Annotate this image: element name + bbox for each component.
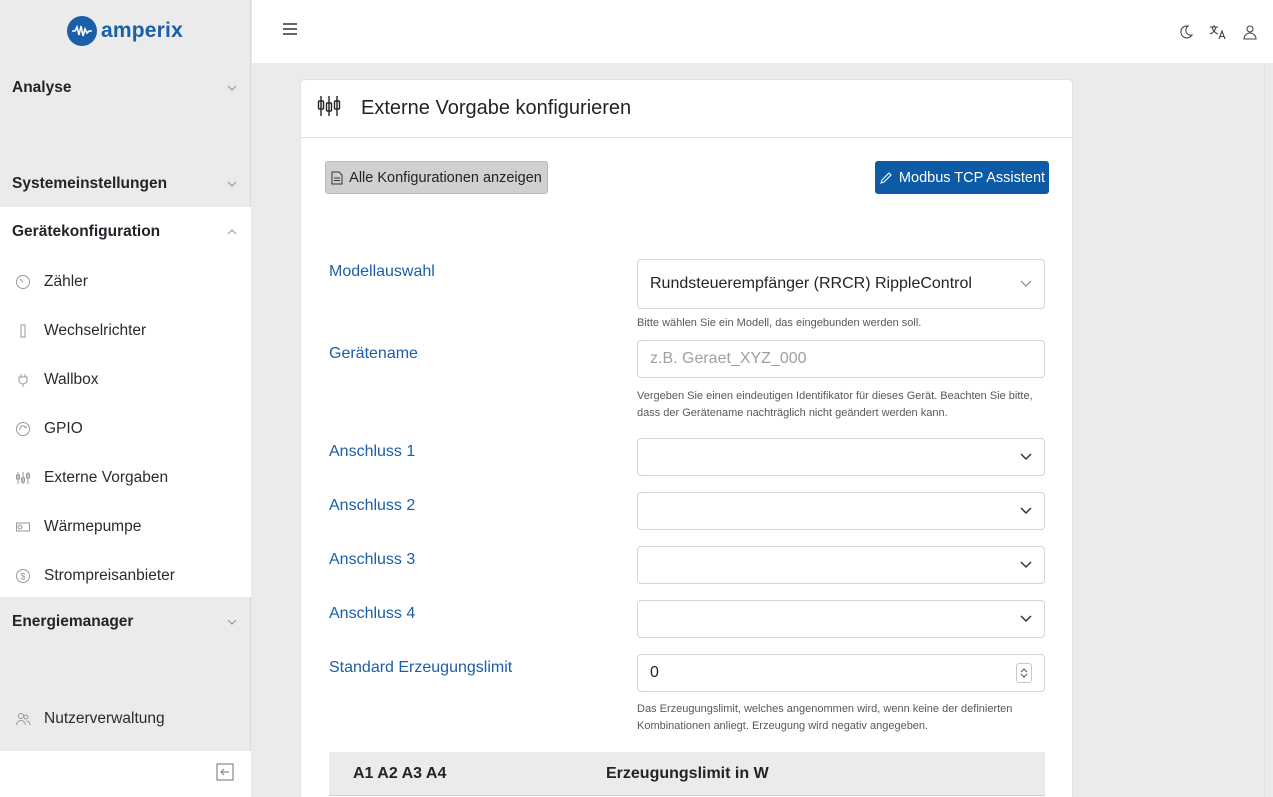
- device-name-help-text: Vergeben Sie einen eindeutigen Identifik…: [637, 390, 1033, 419]
- show-all-configurations-button[interactable]: Alle Konfigurationen anzeigen: [325, 161, 548, 194]
- number-spinner[interactable]: [1016, 663, 1032, 683]
- svg-text:$: $: [20, 571, 25, 581]
- sliders-icon: [14, 469, 32, 487]
- modbus-tcp-assistant-button[interactable]: Modbus TCP Assistent: [875, 161, 1049, 194]
- sliders-icon: [317, 95, 341, 123]
- chevron-down-icon: [227, 181, 237, 187]
- sidebar-item-waermepumpe[interactable]: Wärmepumpe: [0, 502, 251, 551]
- anschluss-1-label: Anschluss 1: [329, 443, 416, 460]
- chevron-down-icon: [227, 85, 237, 91]
- model-help-text: Bitte wählen Sie ein Modell, das eingebu…: [637, 317, 922, 329]
- limit-help-text: Das Erzeugungslimit, welches angenommen …: [637, 703, 1013, 732]
- anschluss-3-label: Anschluss 3: [329, 551, 416, 568]
- plug-icon: [14, 371, 32, 389]
- sidebar-item-label: Externe Vorgaben: [44, 468, 169, 486]
- dollar-icon: $: [14, 567, 32, 585]
- section-label: Systemeinstellungen: [12, 175, 168, 192]
- model-select-value: Rundsteuerempfänger (RRCR) RippleControl: [650, 275, 972, 292]
- inverter-icon: [14, 322, 32, 340]
- menu-toggle-icon[interactable]: [282, 22, 298, 41]
- model-label: Modellauswahl: [329, 263, 435, 280]
- limit-label: Standard Erzeugungslimit: [329, 659, 513, 676]
- table-header: A1 A2 A3 A4 Erzeugungslimit in W: [329, 752, 1045, 796]
- brand-name: amperix: [101, 19, 183, 42]
- amperix-logo-icon: [67, 16, 98, 46]
- chevron-down-icon: [1020, 280, 1032, 287]
- brand[interactable]: amperix: [0, 0, 250, 62]
- chevron-down-icon: [1020, 615, 1032, 623]
- anschluss-2-select[interactable]: [637, 492, 1045, 530]
- users-icon: [14, 710, 32, 728]
- spinner-down-icon: [1020, 673, 1028, 678]
- column-header-erzeugungslimit: Erzeugungslimit in W: [606, 764, 769, 782]
- sidebar-item-strompreisanbieter[interactable]: $ Strompreisanbieter: [0, 551, 251, 600]
- collapse-sidebar-icon[interactable]: [215, 762, 235, 787]
- page-title: Externe Vorgabe konfigurieren: [361, 97, 632, 119]
- limit-value: 0: [650, 664, 659, 681]
- button-label: Modbus TCP Assistent: [898, 169, 1046, 186]
- sidebar-item-zaehler[interactable]: Zähler: [0, 257, 251, 306]
- sidebar-item-label: Wechselrichter: [44, 321, 147, 339]
- anschluss-4-label: Anschluss 4: [329, 605, 416, 622]
- sidebar-item-label: Zähler: [44, 272, 88, 290]
- card-header: Externe Vorgabe konfigurieren: [301, 80, 1072, 138]
- sidebar-section-analyse[interactable]: Analyse: [0, 64, 251, 112]
- chevron-up-icon: [227, 229, 237, 235]
- column-header-anschluesse: A1 A2 A3 A4: [353, 764, 447, 782]
- device-name-label: Gerätename: [329, 345, 418, 362]
- dark-mode-moon-icon[interactable]: [1177, 23, 1195, 41]
- sidebar-item-label: Nutzerverwaltung: [44, 709, 165, 727]
- sidebar-item-externe-vorgaben[interactable]: Externe Vorgaben: [0, 453, 251, 502]
- device-name-placeholder: z.B. Geraet_XYZ_000: [650, 350, 807, 367]
- anschluss-3-select[interactable]: [637, 546, 1045, 584]
- sidebar-item-nutzerverwaltung[interactable]: Nutzerverwaltung: [0, 694, 251, 743]
- gauge-icon: [14, 273, 32, 291]
- language-translate-icon[interactable]: [1209, 23, 1227, 41]
- user-account-icon[interactable]: [1241, 23, 1259, 41]
- cycle-icon: [14, 420, 32, 438]
- section-label: Gerätekonfiguration: [12, 223, 161, 240]
- button-label: Alle Konfigurationen anzeigen: [349, 169, 542, 186]
- topbar: [252, 0, 1273, 63]
- page-scrollbar[interactable]: [1264, 63, 1273, 797]
- chevron-down-icon: [227, 619, 237, 625]
- section-label: Analyse: [12, 79, 72, 96]
- sidebar-section-geraetekonfiguration[interactable]: Gerätekonfiguration: [0, 207, 251, 257]
- sidebar-footer: [0, 751, 251, 797]
- anschluss-1-select[interactable]: [637, 438, 1045, 476]
- chevron-down-icon: [1020, 507, 1032, 515]
- sidebar-item-label: Wallbox: [44, 370, 99, 388]
- sidebar-item-label: Strompreisanbieter: [44, 566, 175, 584]
- anschluss-2-label: Anschluss 2: [329, 497, 416, 514]
- sidebar-item-wallbox[interactable]: Wallbox: [0, 355, 251, 404]
- sidebar-section-energiemanager[interactable]: Energiemanager: [0, 598, 251, 646]
- config-card: Externe Vorgabe konfigurieren Alle Konfi…: [300, 79, 1073, 797]
- limit-number-input[interactable]: 0: [637, 654, 1045, 692]
- sidebar-item-wechselrichter[interactable]: Wechselrichter: [0, 306, 251, 355]
- pencil-icon: [880, 171, 892, 184]
- document-icon: [331, 171, 343, 184]
- sidebar-section-systemeinstellungen[interactable]: Systemeinstellungen: [0, 160, 251, 208]
- section-label: Energiemanager: [12, 613, 134, 630]
- device-name-input[interactable]: z.B. Geraet_XYZ_000: [637, 340, 1045, 378]
- chevron-down-icon: [1020, 453, 1032, 461]
- model-select[interactable]: Rundsteuerempfänger (RRCR) RippleControl: [637, 259, 1045, 309]
- sidebar: amperix Analyse Systemeinstellungen Gerä…: [0, 0, 251, 797]
- sidebar-item-label: GPIO: [44, 419, 83, 437]
- heatpump-icon: [14, 518, 32, 536]
- anschluss-4-select[interactable]: [637, 600, 1045, 638]
- sidebar-item-gpio[interactable]: GPIO: [0, 404, 251, 453]
- chevron-down-icon: [1020, 561, 1032, 569]
- sidebar-item-label: Wärmepumpe: [44, 517, 142, 535]
